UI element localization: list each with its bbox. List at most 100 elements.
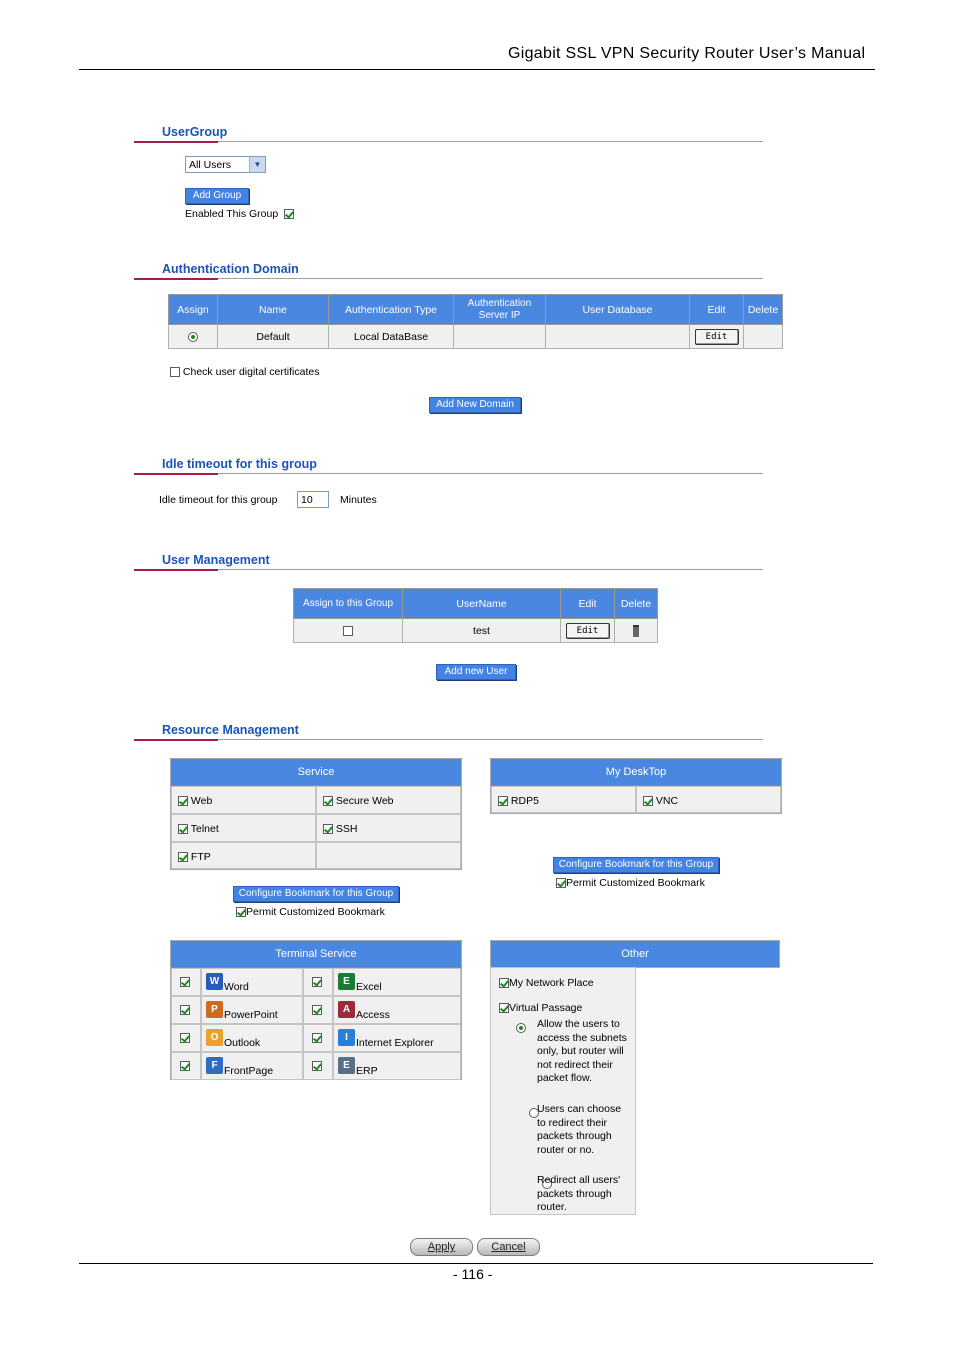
outlook-checkbox[interactable] — [180, 1033, 190, 1043]
rdp5-checkbox[interactable] — [498, 796, 508, 807]
chevron-down-icon[interactable]: ▼ — [249, 157, 265, 172]
desktop-permit-checkbox[interactable] — [556, 878, 566, 889]
col-edit: Edit — [689, 294, 744, 325]
assign-radio[interactable] — [188, 331, 198, 342]
edit-domain-button[interactable]: Edit — [694, 328, 739, 345]
rdp5-label: RDP5 — [510, 795, 539, 807]
service-configure-bookmark-button[interactable]: Configure Bookmark for this Group — [233, 886, 399, 902]
powerpoint-checkbox[interactable] — [180, 1005, 190, 1015]
section-rule — [134, 141, 763, 143]
domain-name: Default — [217, 324, 329, 349]
usergroup-select[interactable]: All Users ▼ — [185, 156, 266, 173]
service-permit-label: Permit Customized Bookmark — [246, 906, 385, 918]
assign-user-checkbox[interactable] — [343, 625, 353, 636]
word-checkbox[interactable] — [180, 977, 190, 987]
telnet-checkbox[interactable] — [178, 824, 188, 835]
col-delete: Delete — [743, 294, 783, 325]
add-group-button[interactable]: Add Group — [185, 188, 249, 204]
check-cert-row: Check user digital certificates — [170, 366, 319, 378]
terminal-app-cell: I Internet Explorer — [333, 1024, 461, 1052]
terminal-check-cell — [171, 1052, 201, 1080]
virtual-passage-checkbox[interactable] — [499, 1003, 509, 1014]
col-server-ip: Authentication Server IP — [453, 294, 546, 325]
enabled-group-checkbox[interactable] — [284, 209, 295, 220]
ftp-checkbox[interactable] — [178, 852, 188, 863]
terminal-check-cell — [171, 1024, 201, 1052]
access-icon: A — [338, 1001, 355, 1018]
add-new-domain-button[interactable]: Add New Domain — [429, 397, 521, 413]
delete-cell — [614, 618, 658, 643]
virtual-passage-row: Virtual Passage — [499, 1002, 582, 1014]
edit-user-button[interactable]: Edit — [565, 622, 610, 639]
section-title-idle-timeout: Idle timeout for this group — [162, 457, 317, 471]
my-network-checkbox[interactable] — [499, 978, 509, 989]
enabled-group-label: Enabled This Group — [185, 208, 279, 220]
passage-option-1-label: Allow the users to access the subnets on… — [537, 1018, 627, 1084]
add-new-user-button[interactable]: Add new User — [436, 664, 516, 680]
frontpage-checkbox[interactable] — [180, 1061, 190, 1071]
cancel-button[interactable]: Cancel — [477, 1238, 540, 1256]
edit-cell: Edit — [689, 324, 744, 349]
powerpoint-icon: P — [206, 1001, 223, 1018]
secure-web-checkbox[interactable] — [323, 796, 333, 807]
desktop-item-vnc: VNC — [636, 786, 781, 813]
desktop-configure-bookmark-button[interactable]: Configure Bookmark for this Group — [553, 857, 719, 873]
other-panel: Other My Network Place Virtual Passage A… — [490, 940, 780, 1215]
terminal-app-cell: F FrontPage — [201, 1052, 303, 1080]
service-empty-cell — [316, 842, 461, 869]
section-rule — [134, 473, 763, 475]
other-panel-head: Other — [490, 940, 780, 968]
web-checkbox[interactable] — [178, 796, 188, 807]
section-rule — [134, 278, 763, 280]
col-delete: Delete — [614, 588, 658, 619]
idle-timeout-label: Idle timeout for this group — [159, 494, 278, 506]
apply-button[interactable]: Apply — [410, 1238, 473, 1256]
desktop-permit-row: Permit Customized Bookmark — [556, 877, 705, 889]
domain-auth-type: Local DataBase — [328, 324, 454, 349]
terminal-app-cell: E Excel — [333, 968, 461, 996]
terminal-app-label: ERP — [356, 1065, 378, 1077]
outlook-icon: O — [206, 1029, 223, 1046]
user-table: Assign to this Group UserName Edit Delet… — [293, 588, 658, 643]
internet-explorer-checkbox[interactable] — [312, 1033, 322, 1043]
erp-checkbox[interactable] — [312, 1061, 322, 1071]
vnc-checkbox[interactable] — [643, 796, 653, 807]
service-item-secure-web: Secure Web — [316, 786, 461, 814]
terminal-app-label: Access — [356, 1009, 390, 1021]
idle-timeout-input[interactable]: 10 — [297, 491, 329, 508]
secure-web-label: Secure Web — [335, 795, 394, 807]
col-assign: Assign — [168, 294, 218, 325]
terminal-app-cell: W Word — [201, 968, 303, 996]
terminal-check-cell — [303, 996, 333, 1024]
desktop-item-rdp5: RDP5 — [491, 786, 636, 813]
terminal-app-label: Excel — [356, 981, 382, 993]
terminal-app-label: Word — [224, 981, 249, 993]
auth-domain-table: Assign Name Authentication Type Authenti… — [168, 294, 783, 349]
usergroup-select-value: All Users — [189, 159, 232, 171]
passage-option-3-label: Redirect all users' packets through rout… — [537, 1174, 621, 1213]
desktop-permit-label: Permit Customized Bookmark — [566, 877, 705, 889]
edit-cell: Edit — [560, 618, 615, 643]
page-number: - 116 - — [453, 1266, 493, 1282]
delete-cell — [743, 324, 783, 349]
section-title-auth-domain: Authentication Domain — [162, 262, 299, 276]
manual-header: Gigabit SSL VPN Security Router User’s M… — [508, 45, 866, 62]
telnet-label: Telnet — [190, 823, 219, 835]
idle-timeout-unit: Minutes — [340, 494, 377, 506]
check-cert-checkbox[interactable] — [170, 367, 180, 378]
section-title-resource-management: Resource Management — [162, 723, 299, 737]
terminal-app-cell: A Access — [333, 996, 461, 1024]
access-checkbox[interactable] — [312, 1005, 322, 1015]
trash-icon[interactable] — [633, 624, 639, 637]
excel-checkbox[interactable] — [312, 977, 322, 987]
service-permit-row: Permit Customized Bookmark — [236, 906, 385, 918]
ssh-checkbox[interactable] — [323, 824, 333, 835]
service-permit-checkbox[interactable] — [236, 907, 246, 918]
col-assign-group: Assign to this Group — [293, 588, 403, 619]
passage-option-2-label: Users can choose to redirect their packe… — [537, 1103, 622, 1156]
service-item-ssh: SSH — [316, 814, 461, 842]
section-title-usergroup: UserGroup — [162, 125, 228, 139]
username-cell: test — [402, 618, 561, 643]
virtual-passage-label: Virtual Passage — [509, 1002, 583, 1014]
passage-option-1-radio[interactable] — [516, 1023, 526, 1034]
